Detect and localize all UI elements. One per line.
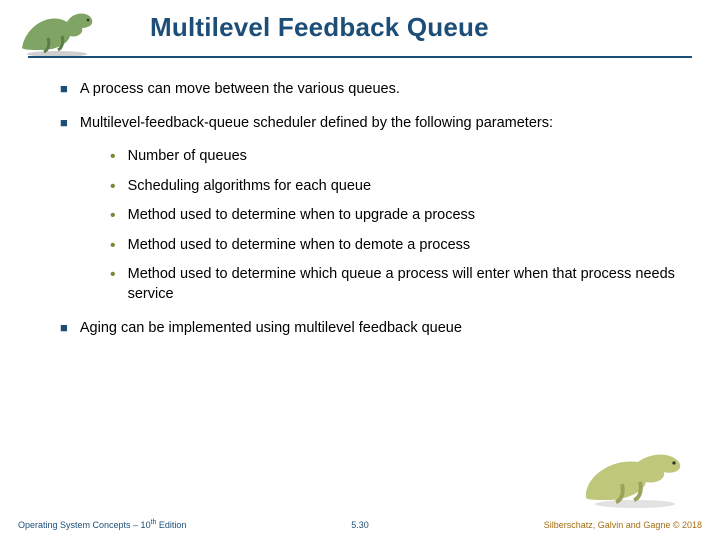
dot-bullet-icon: • — [110, 147, 116, 167]
bullet-text: Aging can be implemented using multileve… — [80, 319, 680, 339]
dinosaur-bottom-icon — [580, 440, 690, 510]
header-rule — [28, 56, 692, 58]
sub-bullet-text: Number of queues — [128, 147, 680, 167]
slide: Multilevel Feedback Queue ■ A process ca… — [0, 0, 720, 540]
bullet-item: ■ Aging can be implemented using multile… — [60, 319, 680, 339]
sub-bullet-item: • Method used to determine when to demot… — [110, 236, 680, 256]
sub-bullet-item: • Number of queues — [110, 147, 680, 167]
square-bullet-icon: ■ — [60, 319, 68, 339]
square-bullet-icon: ■ — [60, 80, 68, 100]
left-stripe — [0, 0, 26, 540]
bullet-item: ■ Multilevel-feedback-queue scheduler de… — [60, 114, 680, 134]
square-bullet-icon: ■ — [60, 114, 68, 134]
slide-title: Multilevel Feedback Queue — [150, 12, 489, 43]
sub-bullet-text: Method used to determine which queue a p… — [128, 265, 680, 304]
sub-bullet-text: Scheduling algorithms for each queue — [128, 177, 680, 197]
sub-bullet-list: • Number of queues • Scheduling algorith… — [110, 147, 680, 304]
content-area: ■ A process can move between the various… — [60, 80, 680, 352]
sub-bullet-item: • Method used to determine which queue a… — [110, 265, 680, 304]
dot-bullet-icon: • — [110, 265, 116, 304]
sub-bullet-item: • Scheduling algorithms for each queue — [110, 177, 680, 197]
footer: Operating System Concepts – 10th Edition… — [0, 514, 720, 540]
sub-bullet-item: • Method used to determine when to upgra… — [110, 206, 680, 226]
header: Multilevel Feedback Queue — [0, 0, 720, 62]
dot-bullet-icon: • — [110, 177, 116, 197]
dot-bullet-icon: • — [110, 236, 116, 256]
dot-bullet-icon: • — [110, 206, 116, 226]
bullet-text: A process can move between the various q… — [80, 80, 680, 100]
sub-bullet-text: Method used to determine when to upgrade… — [128, 206, 680, 226]
bullet-text: Multilevel-feedback-queue scheduler defi… — [80, 114, 680, 134]
footer-right: Silberschatz, Galvin and Gagne © 2018 — [544, 520, 702, 530]
bullet-item: ■ A process can move between the various… — [60, 80, 680, 100]
sub-bullet-text: Method used to determine when to demote … — [128, 236, 680, 256]
dinosaur-top-icon — [12, 4, 102, 58]
